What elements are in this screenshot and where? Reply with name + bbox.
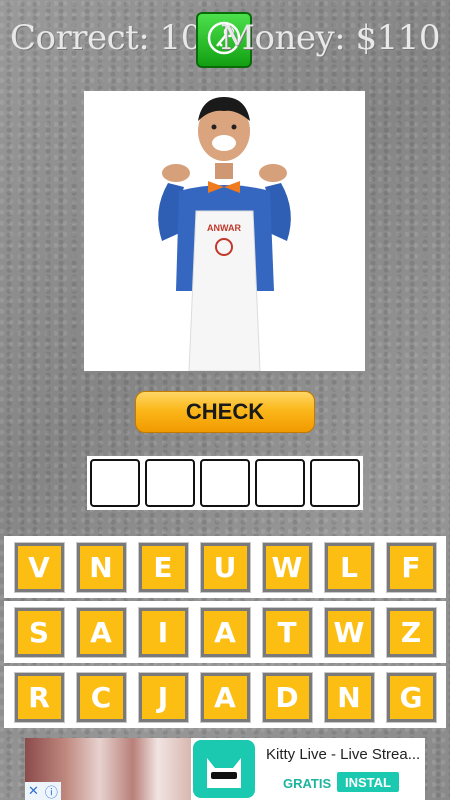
letter-key[interactable]: V	[13, 541, 65, 593]
letter-key[interactable]: A	[199, 606, 251, 658]
keyboard-row-2: S A I A T W Z	[4, 601, 446, 663]
top-bar: Correct: 10/ Money: $110	[0, 8, 450, 68]
apron-label: ANWAR	[207, 223, 241, 233]
letter-key[interactable]: N	[323, 671, 375, 723]
answer-slots	[87, 456, 363, 510]
keyboard-row-3: R C J A D N G	[4, 666, 446, 728]
ad-banner[interactable]: Kitty Live - Live Strea... GRATIS INSTAL…	[25, 738, 425, 800]
ad-title: Kitty Live - Live Strea...	[266, 746, 421, 763]
letter-key[interactable]: A	[75, 606, 127, 658]
answer-slot[interactable]	[145, 459, 195, 507]
letter-key[interactable]: R	[13, 671, 65, 723]
close-icon[interactable]: ✕	[28, 783, 39, 799]
letter-key[interactable]: W	[261, 541, 313, 593]
money-balance: Money: $110	[220, 18, 440, 58]
letter-key[interactable]: D	[261, 671, 313, 723]
answer-slot[interactable]	[310, 459, 360, 507]
letter-key[interactable]: F	[385, 541, 437, 593]
letter-key[interactable]: E	[137, 541, 189, 593]
letter-key[interactable]: C	[75, 671, 127, 723]
letter-key[interactable]: Z	[385, 606, 437, 658]
check-button[interactable]: CHECK	[135, 391, 315, 433]
ad-free-label: GRATIS	[283, 776, 332, 791]
question-image: ANWAR	[84, 91, 365, 371]
info-icon[interactable]: ⓘ	[45, 782, 58, 800]
letter-key[interactable]: N	[75, 541, 127, 593]
answer-slot[interactable]	[90, 459, 140, 507]
letter-key[interactable]: T	[261, 606, 313, 658]
answer-slot[interactable]	[200, 459, 250, 507]
answer-slot[interactable]	[255, 459, 305, 507]
letter-key[interactable]: W	[323, 606, 375, 658]
letter-key[interactable]: S	[13, 606, 65, 658]
letter-key[interactable]: J	[137, 671, 189, 723]
letter-key[interactable]: G	[385, 671, 437, 723]
keyboard-row-1: V N E U W L F	[4, 536, 446, 598]
install-button[interactable]: INSTAL	[337, 772, 399, 792]
letter-key[interactable]: U	[199, 541, 251, 593]
letter-key[interactable]: A	[199, 671, 251, 723]
ad-controls: ✕ ⓘ	[25, 782, 61, 800]
chef-illustration: ANWAR	[158, 97, 291, 371]
letter-key[interactable]: I	[137, 606, 189, 658]
correct-count: Correct: 10/	[10, 18, 213, 58]
letter-key[interactable]: L	[323, 541, 375, 593]
cat-app-icon	[193, 740, 255, 798]
